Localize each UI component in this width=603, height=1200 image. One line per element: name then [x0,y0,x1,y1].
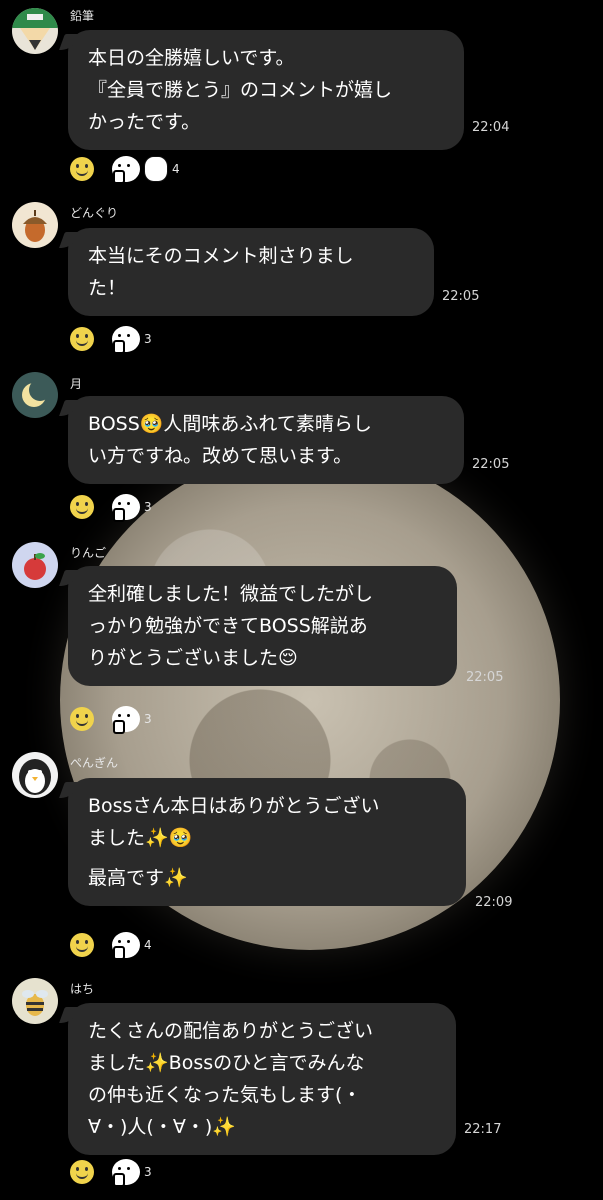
message-line: かったです。 [88,111,201,133]
message-bubble[interactable]: 本当にそのコメント刺さりまし た！ [68,228,434,316]
avatar[interactable] [12,372,58,418]
reaction-count: 3 [144,500,152,514]
reaction-bar: 4 [70,932,152,960]
avatar[interactable] [12,978,58,1024]
thumbs-up-character-icon [112,1159,140,1187]
pencil-icon [12,8,58,50]
message-line: た！ [88,277,127,299]
reaction-bar: 3 [70,1159,152,1187]
reaction-group[interactable]: 4 [112,156,180,184]
add-reaction-smile-icon[interactable] [70,157,94,181]
message-line: ました✨🥹 [88,827,193,849]
moon-icon [22,379,51,407]
message-line: い方ですね。改めて思います。 [88,445,353,467]
add-reaction-smile-icon[interactable] [70,1160,94,1184]
add-reaction-smile-icon[interactable] [70,707,94,731]
message-line: ました✨Bossのひと言でみんな [88,1052,365,1074]
avatar[interactable] [12,8,58,54]
reaction-count: 4 [144,938,152,952]
reaction-bar: 3 [70,706,152,734]
reaction-count: 3 [144,1165,152,1179]
message-time: 22:05 [466,670,504,685]
reaction-bar: 4 [70,156,180,184]
avatar[interactable] [12,202,58,248]
add-reaction-smile-icon[interactable] [70,495,94,519]
sender-name: ぺんぎん [70,756,119,770]
thumbs-up-character-icon [112,326,140,354]
avatar[interactable] [12,542,58,588]
thumbs-up-character-icon [112,706,140,734]
message-line: っかり勉強ができてBOSS解説あ [88,615,368,637]
message-line: 『全員で勝とう』のコメントが嬉し [88,79,393,101]
reaction-count: 3 [144,712,152,726]
add-reaction-smile-icon[interactable] [70,933,94,957]
reaction-count: 3 [144,332,152,346]
reaction-count: 4 [172,162,180,176]
reaction-bar: 3 [70,326,152,354]
add-reaction-smile-icon[interactable] [70,327,94,351]
thumbs-up-character-icon [112,156,140,184]
message-line: Bossさん本日はありがとうござい [88,795,380,817]
thumbs-up-character-icon [112,494,140,522]
message-bubble[interactable]: Bossさん本日はありがとうござい ました✨🥹 最高です✨ [68,778,466,906]
message-line: 全利確しました！微益でしたがし [88,583,374,605]
reaction-group[interactable]: 3 [112,326,152,354]
message-bubble[interactable]: 本日の全勝嬉しいです。 『全員で勝とう』のコメントが嬉し かったです。 [68,30,464,150]
message-bubble[interactable]: BOSS🥹人間味あふれて素晴らし い方ですね。改めて思います。 [68,396,464,484]
message-time: 22:05 [472,457,510,472]
reaction-group[interactable]: 3 [112,1159,152,1187]
reaction-group[interactable]: 3 [112,494,152,522]
message-bubble[interactable]: 全利確しました！微益でしたがし っかり勉強ができてBOSS解説あ りがとうござい… [68,566,457,686]
message-line: 本日の全勝嬉しいです。 [88,47,295,69]
sender-name: どんぐり [70,206,119,220]
sender-name: 鉛筆 [70,9,95,23]
avatar[interactable] [12,752,58,798]
message-line: りがとうございました😌 [88,647,298,669]
sender-name: りんご [70,546,107,560]
message-time: 22:05 [442,289,480,304]
reaction-group[interactable]: 4 [112,932,152,960]
message-line: 最高です✨ [88,867,188,889]
reaction-bar: 3 [70,494,152,522]
reaction-group[interactable]: 3 [112,706,152,734]
sender-name: 月 [70,377,83,391]
penguin-icon [19,759,51,795]
acorn-icon [23,210,47,242]
message-time: 22:04 [472,120,510,135]
message-bubble[interactable]: たくさんの配信ありがとうござい ました✨Bossのひと言でみんな の仲も近くなっ… [68,1003,456,1155]
message-line: たくさんの配信ありがとうござい [88,1020,374,1042]
character-reaction-icon [144,156,168,182]
message-line: BOSS🥹人間味あふれて素晴らし [88,413,372,435]
message-line: の仲も近くなった気もします(・ [88,1084,362,1106]
thumbs-up-character-icon [112,932,140,960]
message-time: 22:17 [464,1122,502,1137]
message-line: ∀・)人(・∀・)✨ [88,1116,236,1138]
sender-name: はち [70,982,95,996]
message-time: 22:09 [475,895,513,910]
bee-icon [22,990,48,1016]
message-line: 本当にそのコメント刺さりまし [88,245,354,267]
apple-icon [24,553,46,580]
